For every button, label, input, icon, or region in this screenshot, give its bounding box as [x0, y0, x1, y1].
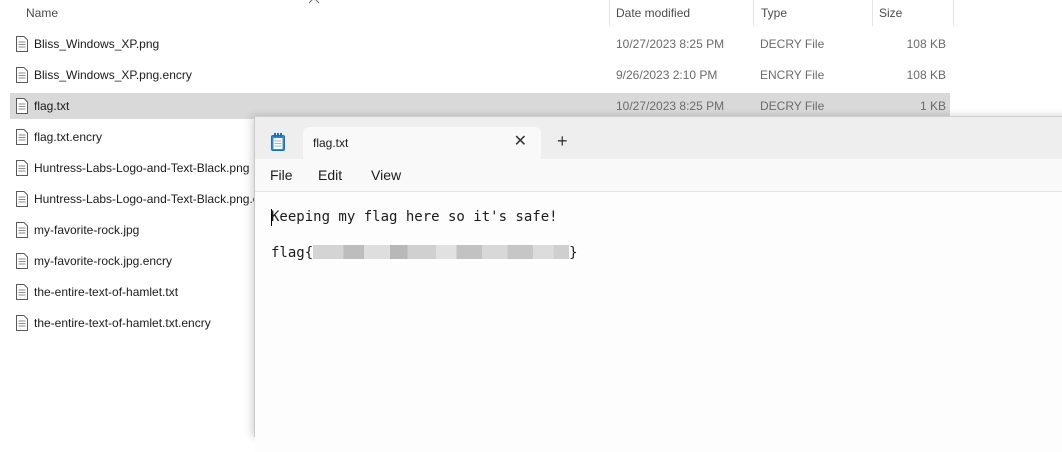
menu-bar: File Edit View: [255, 159, 1062, 192]
file-name: the-entire-text-of-hamlet.txt: [34, 285, 179, 299]
document-icon: [16, 222, 28, 238]
document-icon: [16, 98, 28, 114]
document-icon: [16, 67, 28, 83]
file-size: 108 KB: [906, 37, 946, 51]
file-row[interactable]: Bliss_Windows_XP.png 10/27/2023 8:25 PM DE…: [10, 31, 950, 57]
menu-file[interactable]: File: [270, 167, 293, 183]
column-header: Name Date modified Type Size: [0, 0, 954, 26]
file-name: flag.txt.encry: [34, 130, 103, 144]
tab-flag-txt[interactable]: flag.txt ✕: [303, 127, 541, 159]
file-name: Huntress-Labs-Logo-and-Text-Black.png: [34, 161, 250, 175]
file-name: Bliss_Windows_XP.png.encry: [34, 68, 192, 82]
file-name: the-entire-text-of-hamlet.txt.encry: [34, 316, 211, 330]
document-icon: [16, 315, 28, 331]
text-editor[interactable]: Keeping my flag here so it's safe! flag{…: [255, 192, 1062, 452]
menu-view[interactable]: View: [371, 167, 401, 183]
file-name: my-favorite-rock.jpg.encry: [34, 254, 173, 268]
tab-title: flag.txt: [313, 136, 349, 150]
file-row[interactable]: Bliss_Windows_XP.png.encry 9/26/2023 2:10…: [10, 62, 950, 88]
file-name: flag.txt: [34, 99, 70, 113]
file-type: DECRY File: [760, 37, 825, 51]
file-size: 108 KB: [906, 68, 946, 82]
notepad-titlebar[interactable]: flag.txt ✕ +: [255, 117, 1062, 159]
new-tab-button[interactable]: +: [557, 132, 568, 150]
column-type[interactable]: Type: [761, 0, 787, 26]
file-name: Bliss_Windows_XP.png: [34, 37, 160, 51]
column-name[interactable]: Name: [26, 0, 58, 26]
document-icon: [16, 253, 28, 269]
document-icon: [16, 160, 28, 176]
file-name: my-favorite-rock.jpg: [34, 223, 140, 237]
editor-line-1: Keeping my flag here so it's safe!: [271, 209, 558, 225]
file-type: ENCRY File: [760, 68, 825, 82]
sort-up-icon: [308, 0, 320, 4]
document-icon: [16, 36, 28, 52]
redacted-flag: [313, 244, 570, 259]
column-date-modified[interactable]: Date modified: [616, 0, 690, 26]
file-name: Huntress-Labs-Logo-and-Text-Black.png.e: [34, 192, 260, 206]
notepad-app-icon: [271, 133, 285, 151]
editor-line-2: flag{}: [271, 244, 578, 261]
close-icon[interactable]: ✕: [514, 134, 527, 150]
file-date: 10/27/2023 8:25 PM: [616, 37, 725, 51]
document-icon: [16, 129, 28, 145]
menu-edit[interactable]: Edit: [318, 167, 342, 183]
flag-prefix: flag{: [271, 245, 314, 261]
document-icon: [16, 191, 28, 207]
flag-suffix: }: [569, 245, 578, 261]
file-date: 9/26/2023 2:10 PM: [616, 68, 718, 82]
document-icon: [16, 284, 28, 300]
notepad-window: flag.txt ✕ + File Edit View Keeping my f…: [254, 116, 1062, 452]
column-size[interactable]: Size: [879, 0, 902, 26]
